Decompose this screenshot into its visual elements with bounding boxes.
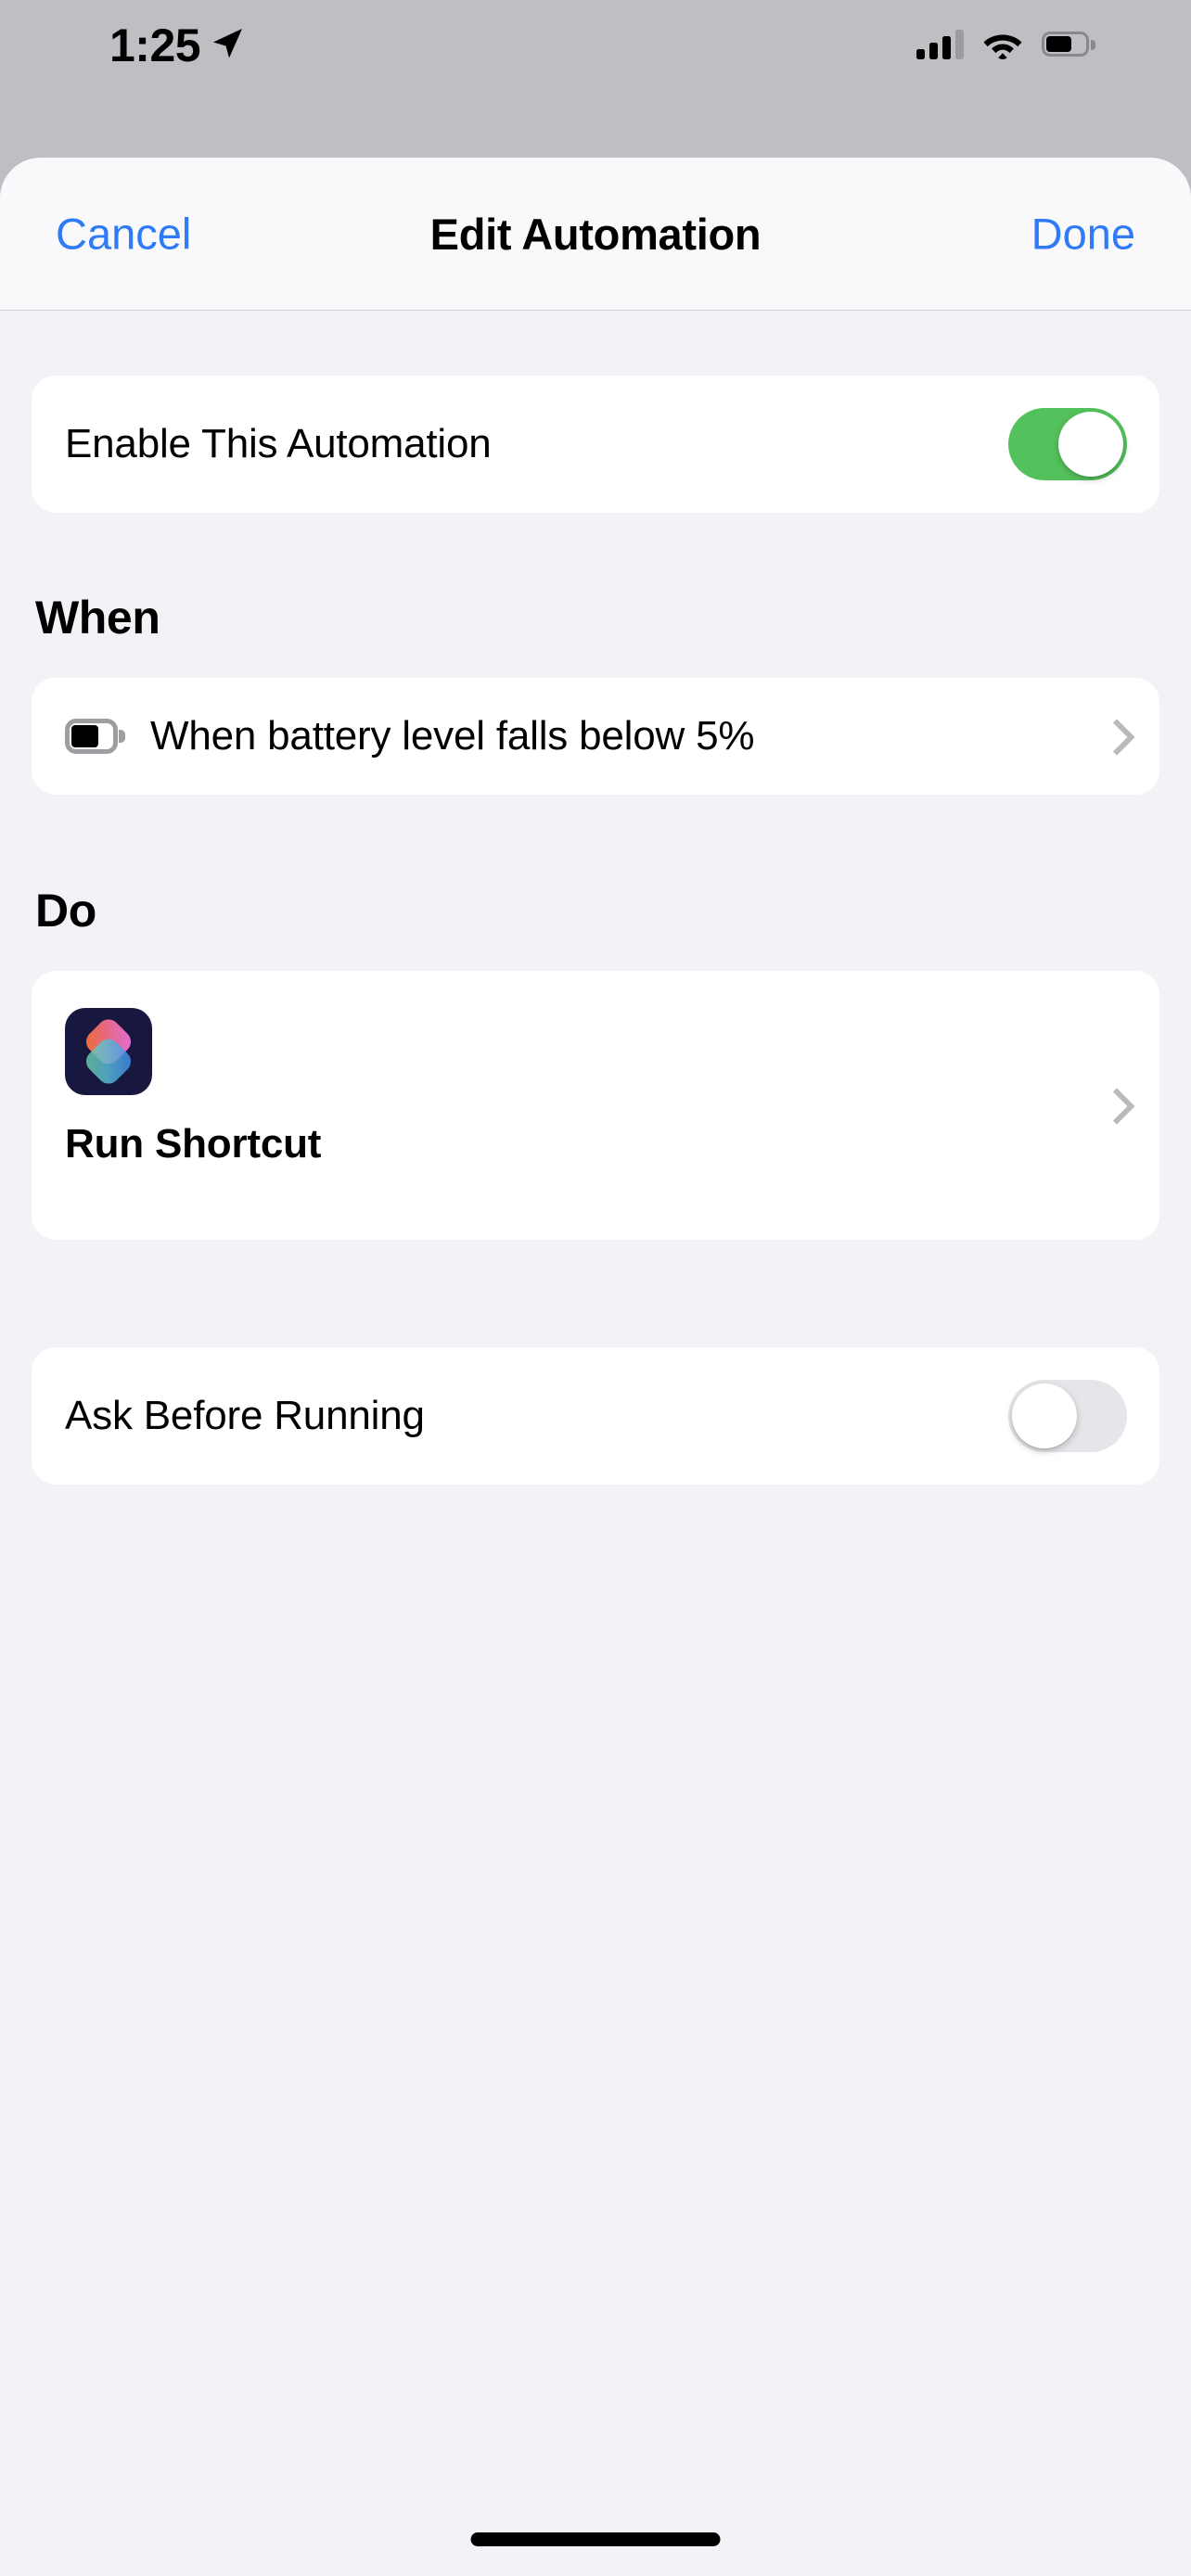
status-bar: 1:25 bbox=[0, 0, 1191, 158]
done-button[interactable]: Done bbox=[1031, 209, 1135, 260]
status-bar-indicators bbox=[916, 26, 1095, 63]
battery-icon bbox=[1042, 32, 1095, 57]
do-section-header: Do bbox=[35, 885, 96, 937]
ask-before-running-card: Ask Before Running bbox=[32, 1347, 1159, 1485]
trigger-card[interactable]: When battery level falls below 5% bbox=[32, 678, 1159, 795]
ask-before-running-row[interactable]: Ask Before Running bbox=[32, 1347, 1159, 1485]
enable-automation-card: Enable This Automation bbox=[32, 376, 1159, 513]
cancel-button[interactable]: Cancel bbox=[56, 209, 191, 260]
edit-automation-sheet: Cancel Edit Automation Done Enable This … bbox=[0, 158, 1191, 2576]
trigger-label: When battery level falls below 5% bbox=[150, 713, 755, 759]
action-title: Run Shortcut bbox=[65, 1121, 322, 1167]
iphone-screen: 1:25 Cancel Edit Automation Done Enable … bbox=[0, 0, 1191, 2576]
toggle-knob bbox=[1012, 1384, 1077, 1448]
chevron-right-icon bbox=[1104, 1087, 1124, 1124]
settings-content: Enable This Automation When When battery… bbox=[0, 311, 1191, 2576]
toggle-knob bbox=[1058, 412, 1123, 477]
chevron-right-icon bbox=[1104, 718, 1124, 755]
enable-automation-label: Enable This Automation bbox=[65, 421, 492, 466]
action-card[interactable]: Run Shortcut bbox=[32, 971, 1159, 1240]
home-indicator[interactable] bbox=[470, 2532, 721, 2546]
navigation-bar: Cancel Edit Automation Done bbox=[0, 158, 1191, 311]
when-section-header: When bbox=[35, 592, 160, 644]
wifi-icon bbox=[983, 34, 1022, 59]
battery-trigger-row[interactable]: When battery level falls below 5% bbox=[32, 678, 1159, 795]
enable-automation-row[interactable]: Enable This Automation bbox=[32, 376, 1159, 513]
location-arrow-icon bbox=[213, 29, 242, 58]
ask-before-running-label: Ask Before Running bbox=[65, 1393, 425, 1438]
status-bar-time: 1:25 bbox=[109, 19, 201, 71]
ask-before-running-toggle[interactable] bbox=[1008, 1380, 1127, 1452]
shortcuts-app-icon bbox=[65, 1008, 152, 1095]
cellular-signal-icon bbox=[916, 30, 964, 59]
enable-automation-toggle[interactable] bbox=[1008, 408, 1127, 480]
page-title: Edit Automation bbox=[429, 209, 762, 259]
battery-icon bbox=[65, 719, 125, 754]
